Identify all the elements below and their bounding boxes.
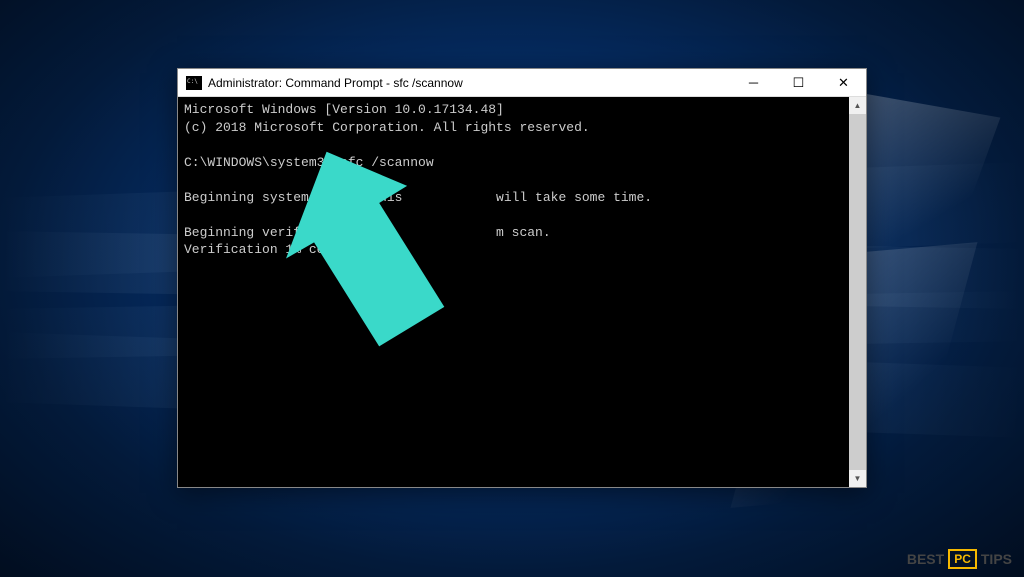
window-controls: ─ ☐ ✕ (731, 69, 866, 96)
scroll-up-arrow-icon[interactable]: ▲ (849, 97, 866, 114)
console-prompt-line: C:\WINDOWS\system32>sfc /scannow (184, 155, 434, 170)
watermark-prefix: BEST (907, 551, 944, 567)
watermark-pc: PC (948, 549, 977, 569)
console-line: (c) 2018 Microsoft Corporation. All righ… (184, 120, 590, 135)
titlebar[interactable]: Administrator: Command Prompt - sfc /sca… (178, 69, 866, 97)
minimize-button[interactable]: ─ (731, 69, 776, 96)
console-line: Verification 1% complete. (184, 242, 379, 257)
cmd-icon (186, 76, 202, 90)
watermark: BEST PC TIPS (907, 549, 1012, 569)
scroll-thumb[interactable] (849, 114, 866, 470)
console-line: Beginning verification phas m scan. (184, 225, 551, 240)
console-area: Microsoft Windows [Version 10.0.17134.48… (178, 97, 866, 487)
vertical-scrollbar[interactable]: ▲ ▼ (849, 97, 866, 487)
watermark-suffix: TIPS (981, 551, 1012, 567)
console-line: Beginning system scan. This will take so… (184, 190, 652, 205)
console-line: Microsoft Windows [Version 10.0.17134.48… (184, 102, 504, 117)
command-prompt-window: Administrator: Command Prompt - sfc /sca… (177, 68, 867, 488)
scroll-down-arrow-icon[interactable]: ▼ (849, 470, 866, 487)
close-button[interactable]: ✕ (821, 69, 866, 96)
maximize-button[interactable]: ☐ (776, 69, 821, 96)
console-output[interactable]: Microsoft Windows [Version 10.0.17134.48… (178, 97, 849, 487)
window-title: Administrator: Command Prompt - sfc /sca… (208, 76, 731, 90)
